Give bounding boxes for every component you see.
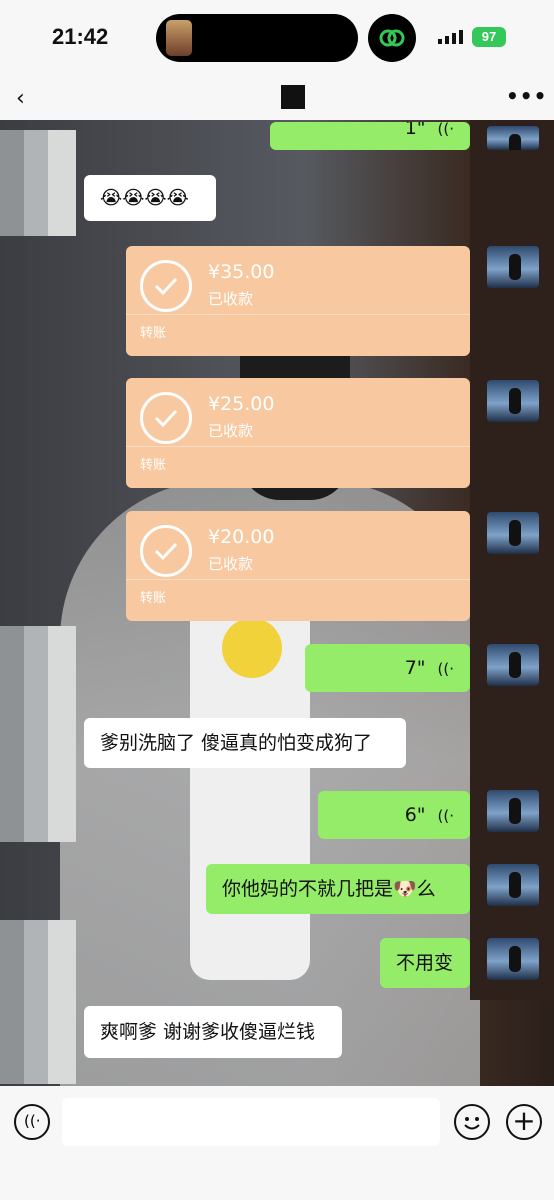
my-avatar[interactable] — [487, 126, 539, 150]
transfer-divider — [126, 446, 470, 447]
transfer-amount: ¥35.00 — [208, 261, 275, 283]
my-avatar[interactable] — [487, 512, 539, 554]
now-playing-thumbnail — [166, 20, 192, 56]
text-message[interactable]: 😭😭😭😭 — [84, 175, 216, 221]
message-input[interactable] — [62, 1098, 440, 1146]
transfer-amount: ¥20.00 — [208, 526, 275, 548]
transfer-message[interactable]: ¥35.00 已收款 转账 — [126, 246, 470, 356]
transfer-message[interactable]: ¥25.00 已收款 转账 — [126, 378, 470, 488]
transfer-status: 已收款 — [208, 422, 254, 440]
transfer-label: 转账 — [140, 326, 167, 341]
voice-message[interactable]: 1" ((· — [270, 122, 470, 150]
text-message[interactable]: 爽啊爹 谢谢爹收傻逼烂钱 — [84, 1006, 342, 1058]
transfer-label: 转账 — [140, 458, 167, 473]
voice-duration: 1" — [404, 122, 426, 139]
voice-duration: 7" — [404, 657, 426, 679]
dynamic-island-activity — [368, 14, 416, 62]
signal-icon — [438, 30, 463, 44]
received-check-icon — [140, 525, 192, 577]
my-avatar[interactable] — [487, 790, 539, 832]
voice-wave-glyph: ((· — [24, 1112, 41, 1130]
text-message[interactable]: 不用变 — [380, 938, 470, 988]
my-avatar[interactable] — [487, 246, 539, 288]
more-options-button[interactable]: ••• — [506, 84, 547, 108]
transfer-message[interactable]: ¥20.00 已收款 转账 — [126, 511, 470, 621]
voice-message[interactable]: 7" ((· — [305, 644, 470, 692]
chat-title-redacted — [281, 85, 305, 109]
my-avatar[interactable] — [487, 938, 539, 980]
voice-duration: 6" — [404, 804, 426, 826]
transfer-label: 转账 — [140, 591, 167, 606]
transfer-divider — [126, 579, 470, 580]
message-text: 爽啊爹 谢谢爹收傻逼烂钱 — [100, 1021, 316, 1043]
voice-wave-icon: ((· — [437, 807, 454, 825]
message-text: 不用变 — [396, 952, 454, 974]
chat-header — [0, 78, 554, 120]
contact-avatar[interactable] — [0, 920, 76, 1084]
background-smiley-print — [222, 618, 282, 678]
message-text: 爹别洗脑了 傻逼真的怕变成狗了 — [100, 732, 373, 754]
message-text: 你他妈的不就几把是🐶么 — [222, 878, 436, 900]
my-avatar[interactable] — [487, 644, 539, 686]
battery-indicator: 97 — [472, 27, 506, 47]
transfer-divider — [126, 314, 470, 315]
link-icon — [379, 29, 405, 47]
transfer-status: 已收款 — [208, 555, 254, 573]
voice-wave-icon: ((· — [437, 122, 454, 138]
my-avatar[interactable] — [487, 864, 539, 906]
text-message[interactable]: 爹别洗脑了 傻逼真的怕变成狗了 — [84, 718, 406, 768]
contact-avatar[interactable] — [0, 130, 76, 236]
text-message[interactable]: 你他妈的不就几把是🐶么 — [206, 864, 470, 914]
message-text: 😭😭😭😭 — [100, 187, 189, 209]
transfer-status: 已收款 — [208, 290, 254, 308]
voice-wave-icon: ((· — [437, 660, 454, 678]
back-button[interactable]: ‹ — [16, 86, 25, 111]
my-avatar[interactable] — [487, 380, 539, 422]
contact-avatar[interactable] — [0, 626, 76, 842]
voice-message[interactable]: 6" ((· — [318, 791, 470, 839]
plus-icon[interactable]: + — [506, 1104, 542, 1140]
transfer-amount: ¥25.00 — [208, 393, 275, 415]
status-time: 21:42 — [52, 24, 109, 49]
received-check-icon — [140, 260, 192, 312]
emoji-icon[interactable] — [454, 1104, 490, 1140]
voice-input-icon[interactable]: ((· — [14, 1104, 50, 1140]
received-check-icon — [140, 392, 192, 444]
smile-face-icon — [464, 1117, 480, 1130]
